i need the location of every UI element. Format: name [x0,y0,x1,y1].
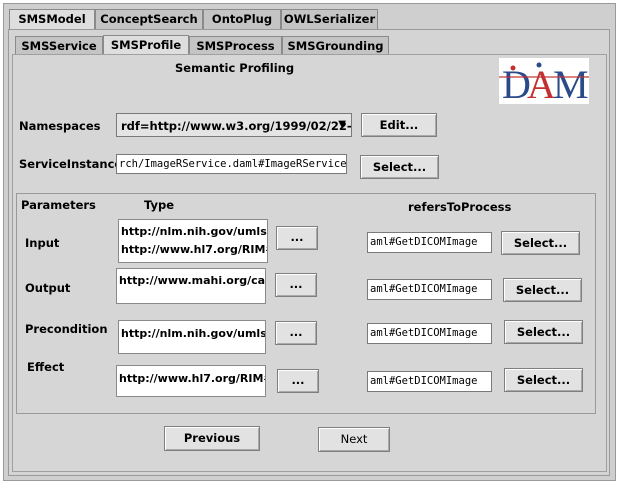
namespaces-dropdown[interactable]: rdf=http://www.w3.org/1999/02/22-... ▼ [116,113,352,137]
tab-smsprofile[interactable]: SMSProfile [103,35,189,55]
effect-refers-field[interactable]: aml#GetDICOMImage [367,371,492,392]
precondition-select-button[interactable]: Select... [504,320,583,344]
next-button[interactable]: Next [318,427,390,452]
select-serviceinstance-button[interactable]: Select... [360,155,439,179]
tab-owlserializer[interactable]: OWLSerializer [281,9,378,29]
output-type-more-button[interactable]: ... [275,273,317,297]
list-item[interactable]: http://www.mahi.org/ca... [119,272,265,290]
output-select-button[interactable]: Select... [503,278,582,302]
page-title: Semantic Profiling [175,61,295,75]
tab-smsgrounding[interactable]: SMSGrounding [282,36,389,55]
svg-text:ML: ML [553,62,589,104]
refers-header: refersToProcess [408,200,512,214]
namespaces-label: Namespaces [19,119,101,133]
previous-button[interactable]: Previous [164,426,260,451]
list-item[interactable]: http://nlm.nih.gov/umls#... [121,223,267,241]
svg-text:A: A [527,62,556,104]
input-select-button[interactable]: Select... [501,231,580,255]
tab-ontoplug[interactable]: OntoPlug [203,9,281,29]
serviceinstance-field[interactable]: rch/ImageRService.daml#ImageRService [116,154,347,174]
precondition-refers-field[interactable]: aml#GetDICOMImage [367,323,492,344]
tab-smsprocess[interactable]: SMSProcess [189,36,282,55]
list-item[interactable]: http://www.hl7.org/RIM#... [119,369,265,389]
tab-smsservice[interactable]: SMSService [15,36,103,55]
tab-conceptsearch[interactable]: ConceptSearch [95,9,203,29]
input-label: Input [25,236,60,250]
chevron-down-icon[interactable]: ▼ [338,119,346,130]
serviceinstance-label: ServiceInstance [19,157,123,171]
effect-type-more-button[interactable]: ... [277,369,319,393]
daml-logo-graphic: D A ML [499,62,613,107]
output-label: Output [25,281,71,295]
daml-logo: D A ML [499,58,613,107]
output-type-list[interactable]: http://www.mahi.org/ca... [116,268,266,304]
effect-select-button[interactable]: Select... [504,368,583,392]
precondition-label: Precondition [25,322,108,336]
effect-type-list[interactable]: http://www.hl7.org/RIM#... [116,365,266,397]
input-refers-field[interactable]: aml#GetDICOMImage [367,232,492,253]
precondition-type-more-button[interactable]: ... [275,321,317,345]
input-type-list[interactable]: http://nlm.nih.gov/umls#... http://www.h… [118,219,268,263]
output-refers-field[interactable]: aml#GetDICOMImage [367,279,492,300]
precondition-type-list[interactable]: http://nlm.nih.gov/umls#... [118,320,266,354]
effect-label: Effect [27,360,65,374]
list-item[interactable]: http://www.hl7.org/RIM#... [121,241,267,259]
type-header: Type [144,198,175,212]
edit-namespaces-button[interactable]: Edit... [361,113,437,137]
input-type-more-button[interactable]: ... [276,226,318,250]
parameters-header: Parameters [21,198,96,212]
list-item[interactable]: http://nlm.nih.gov/umls#... [121,324,265,344]
namespaces-value: rdf=http://www.w3.org/1999/02/22-... [121,119,352,133]
tab-smsmodel[interactable]: SMSModel [9,9,95,29]
